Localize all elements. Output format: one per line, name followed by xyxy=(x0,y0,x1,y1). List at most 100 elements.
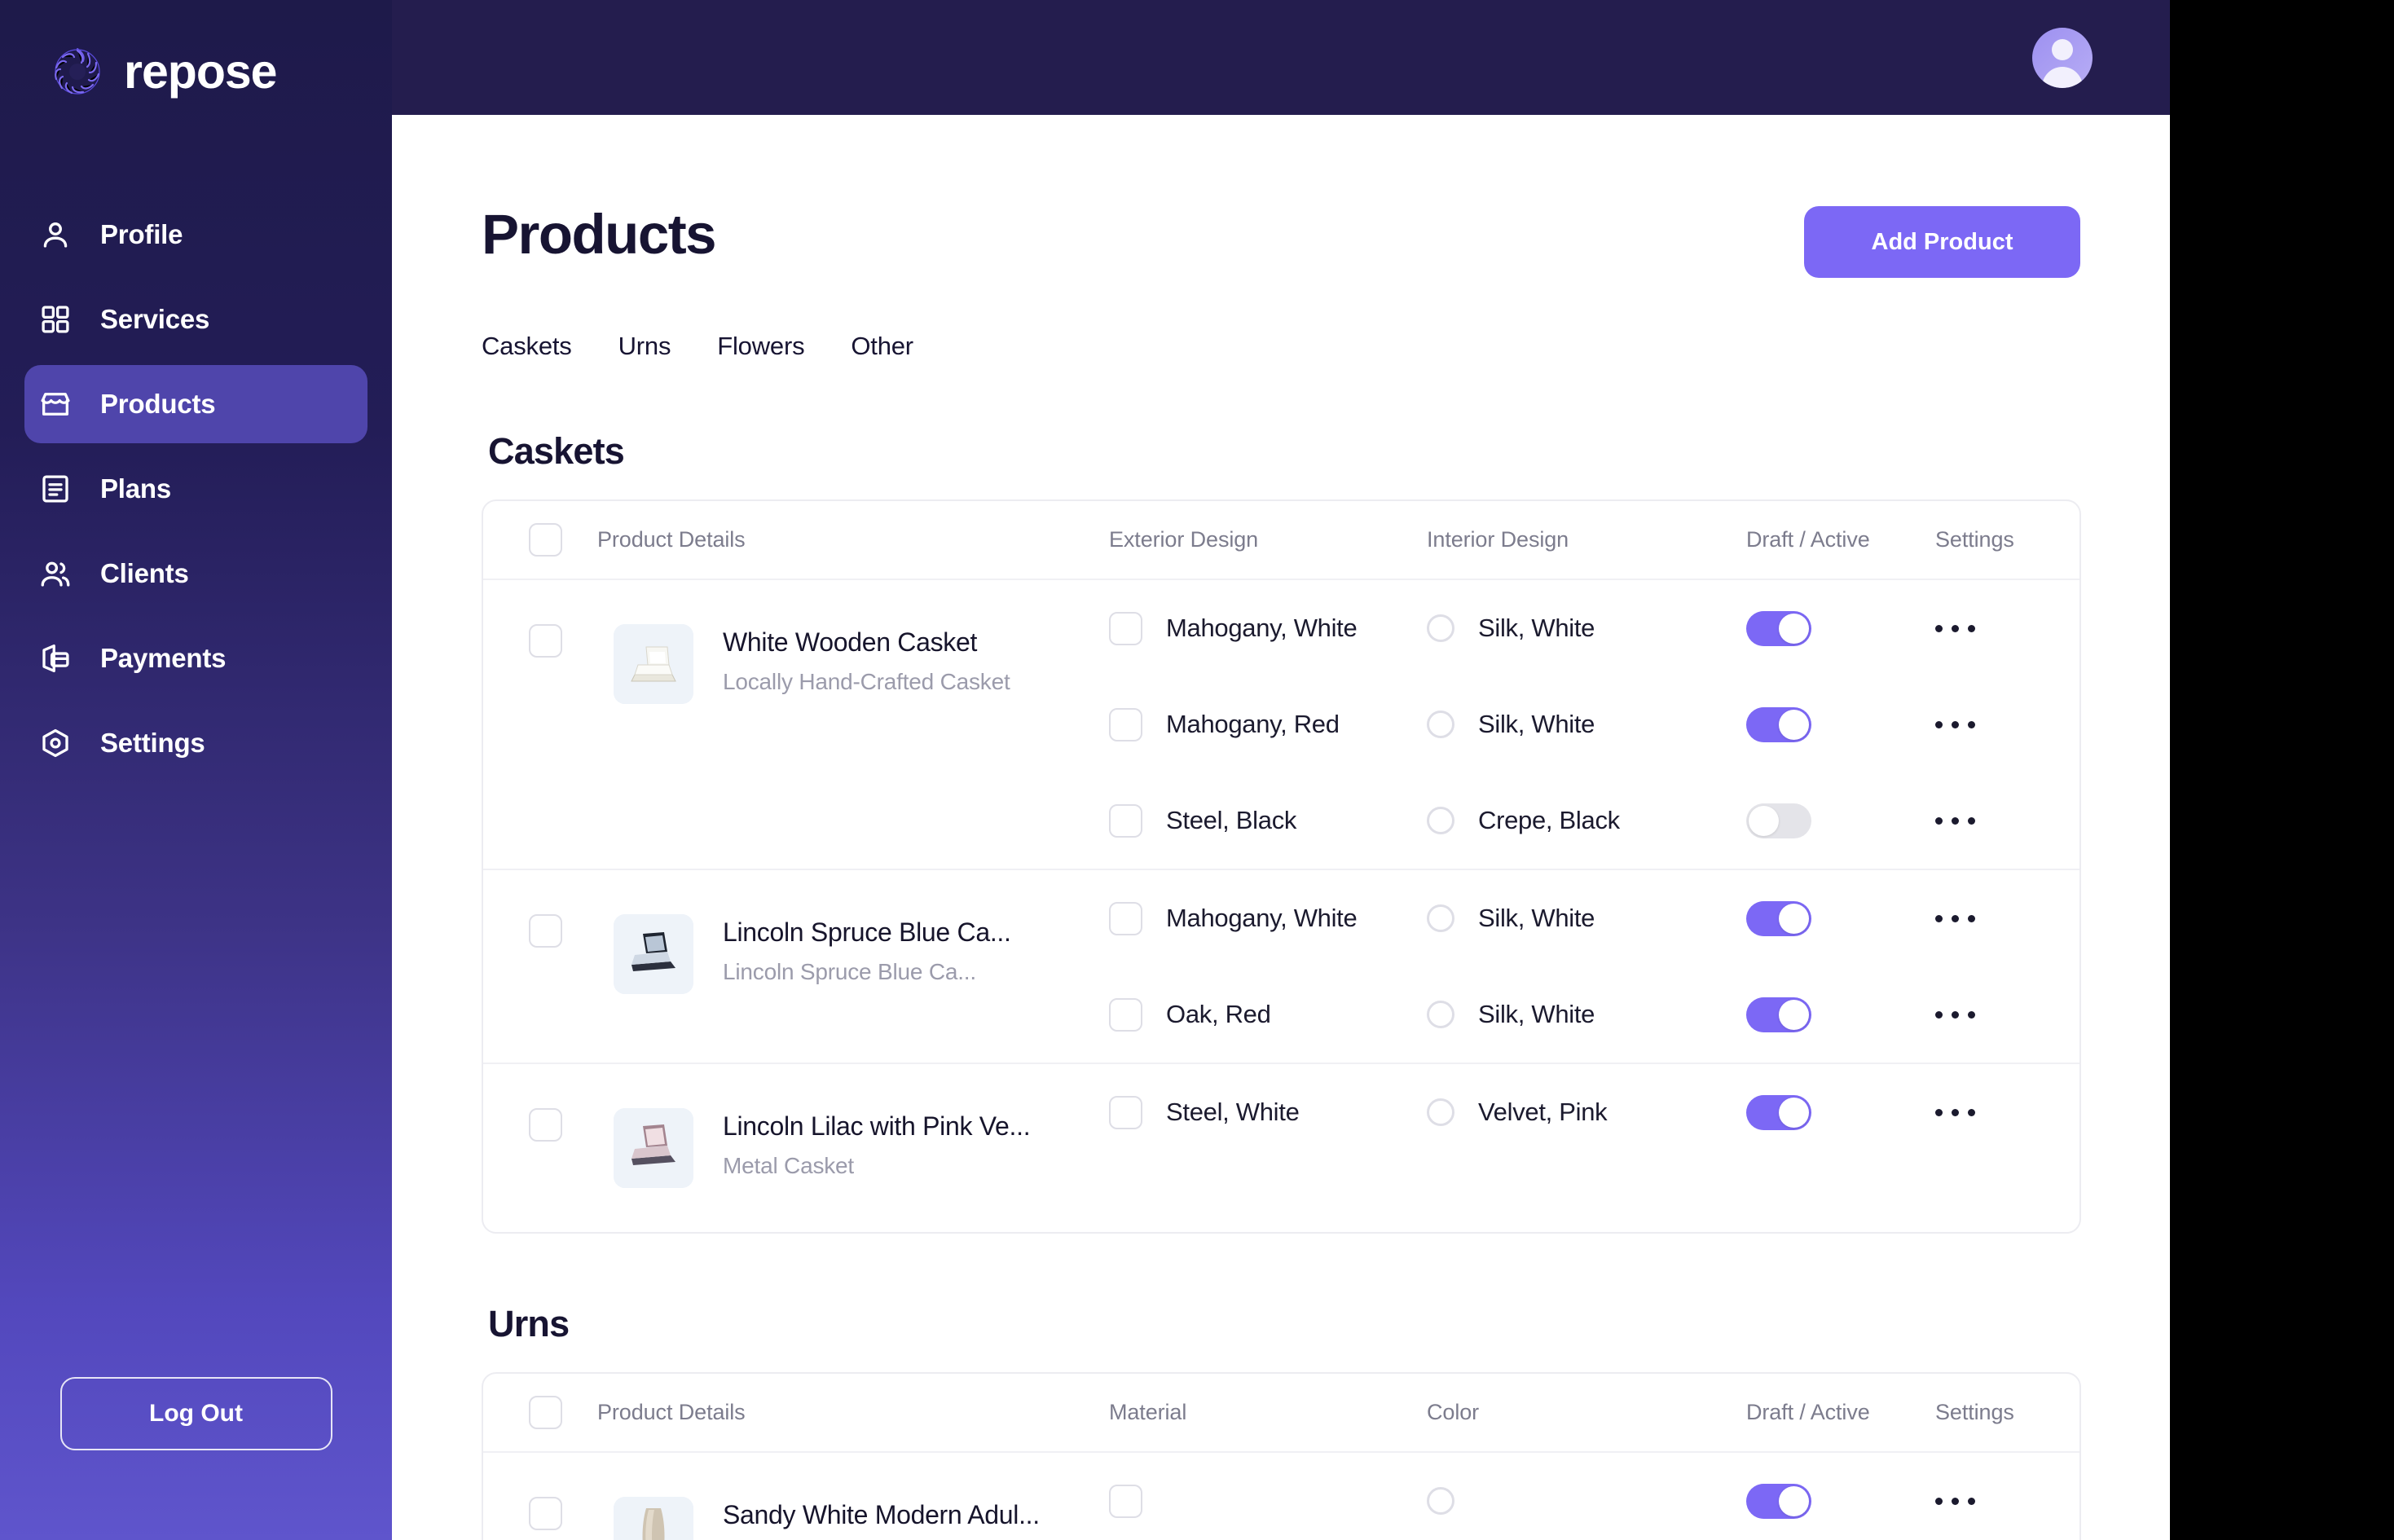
interior-radio[interactable] xyxy=(1427,1001,1454,1028)
sidebar-item-settings[interactable]: Settings xyxy=(24,704,367,782)
interior-radio[interactable] xyxy=(1427,807,1454,834)
lilac-casket-thumbnail xyxy=(614,1108,693,1188)
row-checkbox[interactable] xyxy=(529,1108,562,1142)
draft-active-toggle[interactable] xyxy=(1746,900,1811,936)
select-all-cell xyxy=(529,523,597,557)
column-header-interior-design: Interior Design xyxy=(1427,527,1569,552)
brand-logo[interactable]: repose xyxy=(0,0,392,114)
exterior-checkbox[interactable] xyxy=(1109,997,1142,1032)
variant-row: Oak, Red Silk, White xyxy=(1109,966,2079,1063)
interior-label: Crepe, Black xyxy=(1478,806,1620,834)
draft-active-cell xyxy=(1746,706,1935,742)
toggle-knob xyxy=(1779,903,1809,934)
card-icon xyxy=(38,641,73,675)
select-all-checkbox[interactable] xyxy=(529,1396,562,1429)
exterior-cell: Mahogany, Red xyxy=(1109,707,1427,741)
row-checkbox[interactable] xyxy=(529,914,562,948)
exterior-checkbox[interactable] xyxy=(1109,901,1142,935)
draft-active-cell xyxy=(1746,610,1935,646)
select-all-cell xyxy=(529,1396,597,1429)
product-name: Sandy White Modern Adul... xyxy=(723,1500,1040,1529)
variant-row: Mahogany, White Silk, White xyxy=(1109,580,2079,676)
interior-cell: Velvet, Pink xyxy=(1427,1098,1746,1127)
draft-active-cell xyxy=(1746,900,1935,936)
interior-radio[interactable] xyxy=(1427,904,1454,932)
logout-area: Log Out xyxy=(0,1377,392,1540)
tab-urns[interactable]: Urns xyxy=(618,332,671,361)
sidebar-item-clients[interactable]: Clients xyxy=(24,535,367,613)
column-header-settings: Settings xyxy=(1935,1400,2014,1424)
logout-button[interactable]: Log Out xyxy=(59,1377,332,1450)
repose-swirl-icon xyxy=(52,46,103,97)
draft-active-toggle[interactable] xyxy=(1746,997,1811,1032)
brand-name: repose xyxy=(124,44,277,99)
row-checkbox[interactable] xyxy=(529,624,562,658)
column-header-color: Color xyxy=(1427,1400,1480,1424)
tab-other[interactable]: Other xyxy=(851,332,913,361)
table-row: White Wooden Casket Locally Hand-Crafted… xyxy=(483,580,2079,870)
column-header-exterior-design: Exterior Design xyxy=(1109,527,1259,552)
settings-cell xyxy=(1935,1497,2066,1505)
exterior-checkbox[interactable] xyxy=(1109,707,1142,741)
exterior-checkbox[interactable] xyxy=(1109,611,1142,645)
interior-label: Silk, White xyxy=(1478,904,1595,932)
page-title: Products xyxy=(482,203,717,266)
row-menu-icon[interactable] xyxy=(1935,1108,1992,1116)
settings-cell xyxy=(1935,816,2066,825)
toggle-knob xyxy=(1779,709,1809,740)
variant-row: Mahogany, Red Silk, White xyxy=(1109,676,2079,772)
main-content: Products Add Product Caskets Urns Flower… xyxy=(392,115,2170,1540)
interior-radio[interactable] xyxy=(1427,1098,1454,1126)
exterior-checkbox[interactable] xyxy=(1109,1095,1142,1129)
variant-group: Mahogany, White Silk, White xyxy=(1109,580,2079,869)
select-all-checkbox[interactable] xyxy=(529,523,562,557)
grid-icon xyxy=(38,302,73,337)
sidebar-item-payments[interactable]: Payments xyxy=(24,619,367,697)
tab-caskets[interactable]: Caskets xyxy=(482,332,572,361)
product-subtitle: Locally Hand-Crafted Casket xyxy=(723,669,1010,694)
exterior-cell: Oak, Red xyxy=(1109,997,1427,1032)
exterior-cell: Mahogany, White xyxy=(1109,901,1427,935)
sidebar-item-plans[interactable]: Plans xyxy=(24,450,367,528)
draft-active-toggle[interactable] xyxy=(1746,706,1811,742)
interior-label: Velvet, Pink xyxy=(1478,1098,1608,1126)
product-subtitle: Lincoln Spruce Blue Ca... xyxy=(723,959,976,984)
column-header-product-details: Product Details xyxy=(597,1400,746,1424)
color-radio[interactable] xyxy=(1427,1487,1454,1515)
variant-group xyxy=(1109,1453,2079,1540)
interior-cell: Silk, White xyxy=(1427,1000,1746,1029)
tab-flowers[interactable]: Flowers xyxy=(717,332,804,361)
user-avatar-icon[interactable] xyxy=(2032,27,2093,88)
draft-active-toggle[interactable] xyxy=(1746,1483,1811,1519)
row-menu-icon[interactable] xyxy=(1935,624,1992,632)
sidebar: repose Profile Services Products Plans C… xyxy=(0,0,392,1540)
sidebar-item-profile[interactable]: Profile xyxy=(24,196,367,274)
row-menu-icon[interactable] xyxy=(1935,720,1992,728)
interior-radio[interactable] xyxy=(1427,614,1454,642)
sidebar-item-services[interactable]: Services xyxy=(24,280,367,359)
exterior-cell: Mahogany, White xyxy=(1109,611,1427,645)
add-product-button[interactable]: Add Product xyxy=(1804,206,2080,278)
row-menu-icon[interactable] xyxy=(1935,816,1992,825)
row-checkbox[interactable] xyxy=(529,1497,562,1530)
row-menu-icon[interactable] xyxy=(1935,914,1992,922)
row-menu-icon[interactable] xyxy=(1935,1010,1992,1019)
product-meta: Lincoln Spruce Blue Ca... Lincoln Spruce… xyxy=(723,914,1011,985)
table-row: Sandy White Modern Adul... xyxy=(483,1453,2079,1540)
exterior-label: Steel, Black xyxy=(1166,806,1297,834)
product-meta: Lincoln Lilac with Pink Ve... Metal Cask… xyxy=(723,1108,1031,1179)
interior-radio[interactable] xyxy=(1427,711,1454,738)
interior-label: Silk, White xyxy=(1478,710,1595,738)
draft-active-toggle[interactable] xyxy=(1746,803,1811,838)
draft-active-toggle[interactable] xyxy=(1746,1094,1811,1130)
variant-row xyxy=(1109,1453,2079,1540)
draft-active-toggle[interactable] xyxy=(1746,610,1811,646)
exterior-checkbox[interactable] xyxy=(1109,803,1142,838)
material-checkbox[interactable] xyxy=(1109,1484,1142,1518)
column-header-draft-active: Draft / Active xyxy=(1746,527,1870,552)
row-menu-icon[interactable] xyxy=(1935,1497,1992,1505)
sidebar-item-products[interactable]: Products xyxy=(24,365,367,443)
caskets-table: Product Details Exterior Design Interior… xyxy=(482,499,2081,1234)
draft-active-cell xyxy=(1746,1094,1935,1130)
product-meta: White Wooden Casket Locally Hand-Crafted… xyxy=(723,624,1010,695)
